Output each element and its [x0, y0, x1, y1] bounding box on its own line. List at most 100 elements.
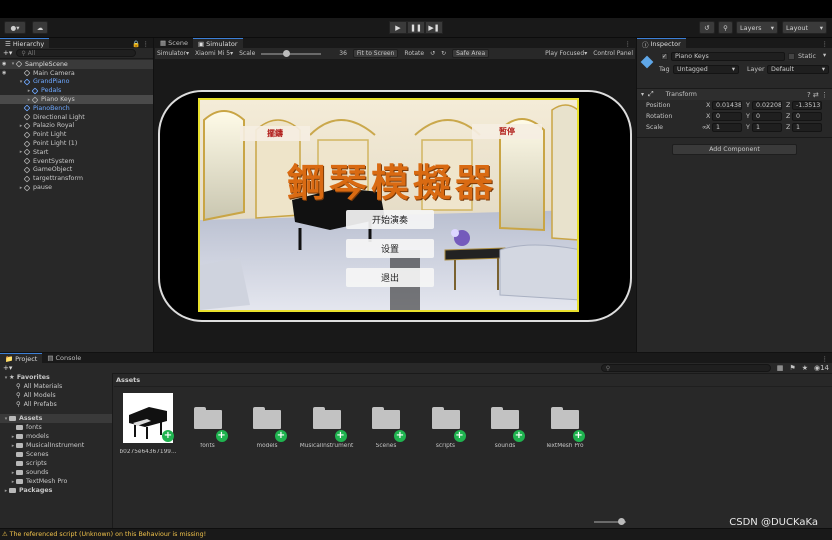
asset-model-thumbnail[interactable]: b0275e64367199... — [118, 392, 178, 455]
static-checkbox[interactable] — [788, 53, 795, 60]
hierarchy-item[interactable]: PianoBench — [0, 104, 153, 113]
asset-tree-folder[interactable]: ▸ sounds — [0, 468, 112, 477]
hierarchy-item[interactable]: ▸ Pedals — [0, 86, 153, 95]
simulator-dropdown[interactable]: Simulator▾ — [157, 50, 189, 57]
hierarchy-item[interactable]: EventSystem — [0, 157, 153, 166]
scale-slider[interactable] — [261, 49, 322, 57]
panel-menu-icon[interactable]: ⋮ — [822, 40, 832, 48]
object-name-field[interactable]: Piano Keys — [671, 52, 785, 61]
pause-game-button[interactable]: 暂停 — [472, 124, 542, 139]
add-component-button[interactable]: Add Component — [672, 144, 797, 155]
layers-dropdown[interactable]: Layers ▾ — [736, 21, 778, 34]
step-button[interactable]: ▶❚ — [425, 21, 443, 34]
device-dropdown[interactable]: Xiaomi Mi 5▾ — [195, 50, 233, 57]
component-menu-icon[interactable]: ? ⇄ ⋮ — [807, 91, 832, 99]
asset-folder[interactable]: fonts — [178, 392, 238, 449]
panel-menu-icon[interactable]: 🔒 ⋮ — [132, 40, 153, 48]
hierarchy-item[interactable]: ▸ Piano Keys — [0, 95, 153, 104]
transform-rotation-y-field[interactable]: 0 — [752, 112, 782, 121]
asset-tree-folder[interactable]: ▸ TextMesh Pro — [0, 477, 112, 486]
fit-to-screen-button[interactable]: Fit to Screen — [352, 49, 399, 58]
asset-tree-folder[interactable]: ▸ MusicalInstrument — [0, 441, 112, 450]
asset-folder[interactable]: scripts — [416, 392, 476, 449]
zoom-slider[interactable] — [594, 518, 626, 525]
project-search-input[interactable]: ⚲ — [600, 364, 771, 372]
tag-dropdown[interactable]: Untagged ▾ — [673, 65, 739, 74]
asset-folder[interactable]: sounds — [475, 392, 535, 449]
panel-menu-icon[interactable]: ⋮ — [625, 40, 636, 48]
assets-folder[interactable]: ▾ Assets — [0, 414, 112, 423]
settings-button[interactable]: 设置 — [346, 239, 434, 258]
hierarchy-item[interactable]: targettransform — [0, 174, 153, 183]
transform-rotation-z-field[interactable]: 0 — [792, 112, 822, 121]
add-object-button[interactable]: +▾ — [3, 49, 12, 57]
rotate-right-icon[interactable]: ↻ — [441, 50, 446, 57]
tab-console[interactable]: ▤ Console — [42, 353, 86, 363]
quit-button[interactable]: 退出 — [346, 268, 434, 287]
layer-dropdown[interactable]: Default ▾ — [767, 65, 829, 74]
transform-rotation-x-field[interactable]: 0 — [712, 112, 742, 121]
search-icon[interactable]: ⚲ — [718, 21, 733, 34]
hierarchy-item[interactable]: Point Light (1) — [0, 139, 153, 148]
favorite-item[interactable]: ⚲ All Prefabs — [0, 400, 112, 409]
transform-position-y-field[interactable]: 0.02208 — [752, 101, 782, 110]
play-focused-dropdown[interactable]: Play Focused▾ — [545, 50, 587, 57]
tab-inspector[interactable]: ⓘ Inspector — [637, 38, 686, 49]
hierarchy-item[interactable]: GameObject — [0, 166, 153, 175]
asset-folder[interactable]: MusicalInstrument — [297, 392, 357, 449]
safe-area-button[interactable]: Safe Area — [452, 49, 490, 58]
favorite-star-icon[interactable]: ★ — [802, 364, 808, 372]
hierarchy-item[interactable]: Directional Light — [0, 113, 153, 122]
static-dropdown-icon[interactable]: ▾ — [823, 52, 826, 59]
play-button[interactable]: ▶ — [389, 21, 407, 34]
favorite-item[interactable]: ⚲ All Materials — [0, 382, 112, 391]
transform-position-z-field[interactable]: -1.3513 — [792, 101, 822, 110]
hierarchy-scene-root[interactable]: ◉ ▾ SampleScene — [0, 60, 153, 69]
hierarchy-item[interactable]: ▸ pause — [0, 183, 153, 192]
asset-tree-folder[interactable]: ▸ models — [0, 432, 112, 441]
hierarchy-search-input[interactable]: ⚲ All — [16, 49, 137, 57]
asset-tree-folder[interactable]: Scenes — [0, 450, 112, 459]
tab-hierarchy[interactable]: ☰ Hierarchy — [0, 38, 50, 48]
create-asset-button[interactable]: +▾ — [3, 364, 12, 372]
hierarchy-item[interactable]: ▾ GrandPiano — [0, 78, 153, 87]
asset-folder[interactable]: Scenes — [356, 392, 416, 449]
filter-label-icon[interactable]: ⚑ — [789, 364, 795, 372]
pause-button[interactable]: ❚❚ — [407, 21, 425, 34]
transform-position-x-field[interactable]: 0.01438 — [712, 101, 742, 110]
favorites-header[interactable]: ▾ ★ Favorites — [0, 373, 112, 382]
zoom-slider-handle[interactable] — [618, 518, 625, 525]
transform-scale-z-field[interactable]: 1 — [792, 123, 822, 132]
asset-folder[interactable]: TextMesh Pro — [535, 392, 595, 449]
hidden-packages-icon[interactable]: ◉14 — [814, 364, 829, 372]
constrain-proportions-icon[interactable]: ∞ — [702, 124, 707, 131]
layout-dropdown[interactable]: Layout ▾ — [782, 21, 827, 34]
control-panel-button[interactable]: Control Panel — [593, 50, 635, 57]
status-bar[interactable]: ⚠ The referenced script (Unknown) on thi… — [0, 528, 832, 540]
packages-folder[interactable]: ▸ Packages — [0, 486, 112, 495]
asset-tree-folder[interactable]: scripts — [0, 459, 112, 468]
hierarchy-item[interactable]: ▸ Start — [0, 148, 153, 157]
account-button[interactable]: ●▾ — [4, 21, 26, 34]
hierarchy-item[interactable]: ▸ Palazio Royal — [0, 122, 153, 131]
tab-simulator[interactable]: ▣ Simulator — [192, 38, 243, 48]
hierarchy-item[interactable]: Point Light — [0, 130, 153, 139]
top-left-game-button[interactable]: 擺鑄 — [240, 126, 310, 141]
scale-slider-handle[interactable] — [283, 49, 291, 57]
transform-scale-x-field[interactable]: 1 — [712, 123, 742, 132]
tab-scene[interactable]: ▦ Scene — [155, 38, 193, 48]
transform-header[interactable]: ▾ ⤢ Transform ? ⇄ ⋮ — [637, 89, 832, 100]
tab-project[interactable]: 📁 Project — [0, 353, 43, 363]
visibility-toggle-icon[interactable]: ◉ — [2, 70, 6, 76]
active-checkbox[interactable]: ✓ — [661, 53, 668, 60]
transform-scale-y-field[interactable]: 1 — [752, 123, 782, 132]
rotate-left-icon[interactable]: ↺ — [430, 50, 435, 57]
start-play-button[interactable]: 开始演奏 — [346, 210, 434, 229]
hierarchy-item[interactable]: ◉ Main Camera — [0, 69, 153, 78]
favorite-item[interactable]: ⚲ All Models — [0, 391, 112, 400]
cloud-icon[interactable]: ☁ — [32, 21, 48, 34]
history-icon[interactable]: ↺ — [699, 21, 715, 34]
game-view[interactable]: 擺鑄 暂停 鋼琴模擬器 开始演奏 设置 退出 — [198, 98, 579, 312]
visibility-toggle-icon[interactable]: ◉ — [2, 61, 6, 67]
panel-menu-icon[interactable]: ⋮ — [822, 355, 832, 363]
